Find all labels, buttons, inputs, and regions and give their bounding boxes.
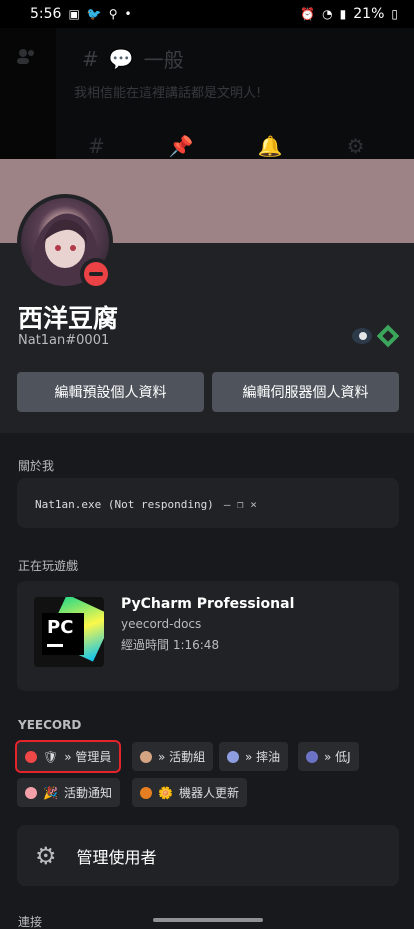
status-time: 5:56 <box>30 6 62 22</box>
home-indicator[interactable] <box>153 918 263 922</box>
nitro-badge-icon[interactable] <box>376 324 400 348</box>
role-chip[interactable]: » 低J <box>298 742 359 771</box>
edit-buttons: 編輯預設個人資料 編輯伺服器個人資料 <box>17 372 399 412</box>
role-name: 機器人更新 <box>178 786 239 800</box>
chat-icon: 💬 <box>108 46 134 71</box>
server-name: YEECORD <box>18 718 82 732</box>
members-icon <box>17 49 34 64</box>
hash-icon: # <box>82 46 99 71</box>
about-label: 關於我 <box>18 459 55 473</box>
role-chip[interactable]: 🛡 » 管理員 <box>14 740 122 773</box>
role-chip[interactable]: » 摔油 <box>219 742 289 771</box>
wifi-icon: ◔ <box>322 7 333 21</box>
activity-card[interactable]: PC PyCharm Professional yeecord-docs 經過時… <box>17 581 399 691</box>
role-color-dot <box>140 750 152 763</box>
pycharm-icon: PC <box>34 597 104 667</box>
game-detail: yeecord-docs <box>121 617 202 631</box>
hypesquad-badge-icon[interactable] <box>352 328 372 344</box>
bell-icon: 🔔 <box>257 134 283 158</box>
manage-users-label: 管理使用者 <box>76 847 157 867</box>
party-icon: 🎉 <box>43 785 58 800</box>
game-name: PyCharm Professional <box>121 596 295 612</box>
role-name: 活動通知 <box>63 786 112 800</box>
edit-server-profile-button[interactable]: 編輯伺服器個人資料 <box>212 372 399 412</box>
display-name: 西洋豆腐 <box>18 304 119 333</box>
gear-icon: ⚙ <box>346 134 365 158</box>
channel-topic: 我相信能在這裡講話都是文明人! <box>74 86 262 101</box>
flower-icon: 🌼 <box>158 785 173 800</box>
about-card: Nat1an.exe (Not responding) — ❐ × <box>17 478 399 528</box>
channel-title: # 💬 一般 <box>82 44 184 73</box>
role-color-dot <box>227 750 239 763</box>
role-color-dot <box>25 750 37 763</box>
edit-default-profile-button[interactable]: 編輯預設個人資料 <box>17 372 204 412</box>
role-chip[interactable]: 🌼 機器人更新 <box>132 778 247 807</box>
signal-icon: ▮ <box>339 7 347 21</box>
status-bar: 5:56 ▣ 🐦 ⚲ • ⏰ ◔ ▮ 21% ▯ <box>0 0 414 28</box>
battery-percent: 21% <box>353 6 385 22</box>
channel-sidebar <box>0 28 56 160</box>
badges <box>352 324 400 348</box>
dot-icon: • <box>124 7 132 21</box>
profile-sheet: 西洋豆腐 Nat1an#0001 編輯預設個人資料 編輯伺服器個人資料 關於我 … <box>0 159 414 929</box>
pin-icon: 📌 <box>168 134 194 158</box>
role-chip[interactable]: » 活動組 <box>132 742 214 771</box>
about-content: Nat1an.exe (Not responding) — ❐ × <box>35 498 257 511</box>
channel-toolbar: # 📌 🔔 ⚙ <box>88 134 365 158</box>
manage-users-button[interactable]: ⚙ 管理使用者 <box>17 825 399 886</box>
twitter-icon: 🐦 <box>86 7 102 21</box>
role-name: » 活動組 <box>158 750 206 764</box>
dnd-status-icon <box>80 258 112 290</box>
channel-background: # 💬 一般 我相信能在這裡講話都是文明人! # 📌 🔔 ⚙ <box>0 28 414 160</box>
connections-label: 連接 <box>18 915 43 929</box>
gear-icon: ⚙ <box>35 841 57 870</box>
alarm-icon: ⏰ <box>300 7 316 21</box>
shield-icon: 🛡 <box>43 749 59 764</box>
role-color-dot <box>140 786 152 799</box>
gallery-icon: ▣ <box>68 7 80 21</box>
role-chip[interactable]: 🎉 活動通知 <box>17 778 120 807</box>
window-controls: — ❐ × <box>223 498 257 511</box>
role-color-dot <box>25 786 37 799</box>
role-color-dot <box>306 750 318 763</box>
role-name: » 摔油 <box>245 750 281 764</box>
game-elapsed: 經過時間 1:16:48 <box>121 638 220 652</box>
activity-label: 正在玩遊戲 <box>18 559 79 573</box>
role-name: » 管理員 <box>64 750 112 764</box>
threads-icon: # <box>88 134 105 158</box>
pycharm-icon-text: PC <box>47 617 74 638</box>
role-name: » 低J <box>324 750 351 764</box>
channel-name: 一般 <box>143 48 184 72</box>
location-icon: ⚲ <box>108 7 118 21</box>
battery-icon: ▯ <box>391 7 398 21</box>
user-tag: Nat1an#0001 <box>18 333 110 348</box>
about-text: Nat1an.exe (Not responding) <box>35 498 214 511</box>
